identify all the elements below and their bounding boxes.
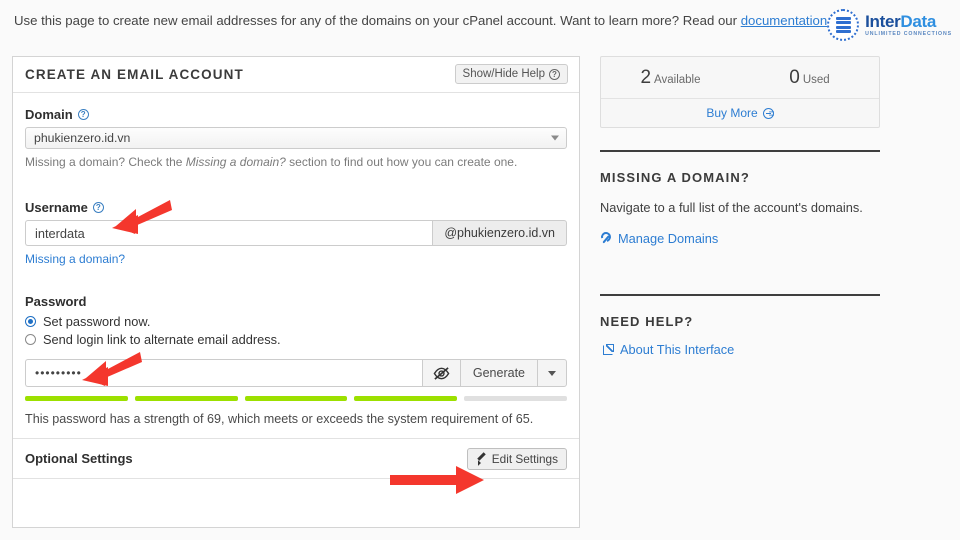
card-body: Domain ? phukienzero.id.vn Missing a dom…: [13, 93, 579, 522]
need-help-heading: NEED HELP?: [600, 313, 694, 329]
strength-segment-1: [25, 396, 128, 401]
domain-help-icon[interactable]: ?: [77, 109, 89, 120]
intro-text-before: Use this page to create new email addres…: [14, 13, 741, 28]
quota-available-number: 2: [640, 66, 652, 88]
quota-used-number: 0: [789, 66, 800, 88]
generate-password-label: Generate: [472, 366, 525, 380]
radio-set-password-now-control[interactable]: [25, 316, 36, 327]
domain-hint-part2: section to find out how you can create o…: [285, 155, 518, 169]
arrow-right-circle-icon: [762, 107, 774, 119]
edit-settings-button[interactable]: Edit Settings: [466, 448, 567, 470]
missing-a-domain-link[interactable]: Missing a domain?: [25, 252, 567, 266]
domain-hint-part1: Missing a domain? Check the: [25, 155, 186, 169]
optional-settings-bar: Optional Settings Edit Settings: [13, 438, 579, 478]
rail-divider-2: [600, 293, 880, 296]
quota-available-label: Available: [654, 73, 701, 86]
username-domain-addon: @phukienzero.id.vn: [432, 220, 567, 246]
password-strength-message: This password has a strength of 69, whic…: [25, 412, 534, 426]
card-header: CREATE AN EMAIL ACCOUNT Show/Hide Help ?: [13, 57, 579, 93]
strength-segment-4: [354, 396, 458, 401]
buy-more-link[interactable]: Buy More: [601, 99, 879, 127]
password-label: Password: [25, 294, 567, 309]
optional-settings-panel: [13, 478, 579, 522]
external-link-icon: [603, 343, 614, 355]
about-this-interface-label: About This Interface: [620, 341, 735, 357]
domain-hint-emphasis: Missing a domain?: [185, 155, 286, 169]
quota-used-label: Used: [802, 73, 830, 86]
radio-set-password-now-label: Set password now.: [43, 314, 151, 329]
top-bar: Use this page to create new email addres…: [0, 0, 960, 46]
eye-slash-icon: [433, 366, 450, 380]
about-this-interface-link[interactable]: About This Interface: [600, 342, 880, 357]
password-strength-meter: [25, 396, 567, 401]
password-label-text: Password: [25, 294, 87, 309]
show-hide-help-label: Show/Hide Help: [462, 68, 545, 80]
show-hide-help-button[interactable]: Show/Hide Help ?: [454, 64, 568, 84]
buy-more-label: Buy More: [706, 106, 758, 120]
interdata-logo: InterData UNLIMITED CONNECTIONS: [827, 8, 952, 42]
generate-password-button[interactable]: Generate: [459, 359, 537, 387]
password-options-dropdown-button[interactable]: [537, 359, 567, 387]
chevron-down-icon: [551, 135, 559, 141]
logo-name-part2: Data: [900, 11, 937, 31]
username-input[interactable]: [25, 220, 433, 246]
chevron-down-icon: [548, 370, 556, 376]
radio-send-login-link-control[interactable]: [25, 334, 36, 345]
strength-segment-2: [134, 396, 238, 401]
right-sidebar: 2 Available 0 Used Buy More MISSING A DOMA…: [600, 56, 880, 357]
logo-tagline: UNLIMITED CONNECTIONS: [865, 30, 952, 37]
create-email-account-card: CREATE AN EMAIL ACCOUNT Show/Hide Help ?…: [12, 56, 580, 528]
username-input-group: @phukienzero.id.vn: [25, 220, 567, 246]
radio-send-login-link-label: Send login link to alternate email addre…: [43, 332, 281, 347]
logo-name-part1: Inter: [865, 11, 901, 31]
wrench-icon: [600, 232, 612, 244]
domain-label: Domain ?: [25, 107, 567, 122]
pencil-icon: [476, 454, 487, 465]
domain-hint: Missing a domain? Check the Missing a do…: [25, 155, 567, 169]
username-label-text: Username: [25, 200, 88, 215]
quota-numbers: 2 Available 0 Used: [601, 57, 879, 99]
radio-set-password-now[interactable]: Set password now.: [25, 314, 567, 329]
domain-select[interactable]: phukienzero.id.vn: [25, 127, 567, 149]
edit-settings-label: Edit Settings: [491, 452, 558, 466]
manage-domains-label: Manage Domains: [618, 230, 719, 246]
password-input[interactable]: [25, 359, 422, 387]
username-label: Username ?: [25, 200, 567, 215]
strength-segment-5: [464, 396, 567, 401]
logo-mark-icon: [827, 9, 860, 41]
strength-segment-3: [244, 396, 348, 401]
toggle-password-visibility-button[interactable]: [421, 359, 460, 387]
quota-used: 0 Used: [740, 67, 879, 89]
missing-domain-text: Navigate to a full list of the account's…: [600, 200, 863, 215]
quota-available: 2 Available: [601, 67, 740, 89]
domain-selected-value: phukienzero.id.vn: [34, 131, 131, 145]
radio-send-login-link[interactable]: Send login link to alternate email addre…: [25, 332, 567, 347]
username-help-icon[interactable]: ?: [92, 202, 104, 213]
quota-panel: 2 Available 0 Used Buy More: [600, 56, 880, 128]
password-input-group: Generate: [25, 359, 567, 387]
optional-settings-label: Optional Settings: [25, 451, 133, 466]
manage-domains-link[interactable]: Manage Domains: [600, 231, 880, 246]
question-mark-icon: ?: [549, 68, 560, 80]
domain-label-text: Domain: [25, 107, 73, 122]
page-title: CREATE AN EMAIL ACCOUNT: [25, 67, 244, 82]
rail-divider-1: [600, 150, 880, 152]
intro-text: Use this page to create new email addres…: [14, 13, 845, 28]
documentation-link[interactable]: documentation: [741, 13, 828, 28]
missing-domain-heading: MISSING A DOMAIN?: [600, 170, 750, 185]
